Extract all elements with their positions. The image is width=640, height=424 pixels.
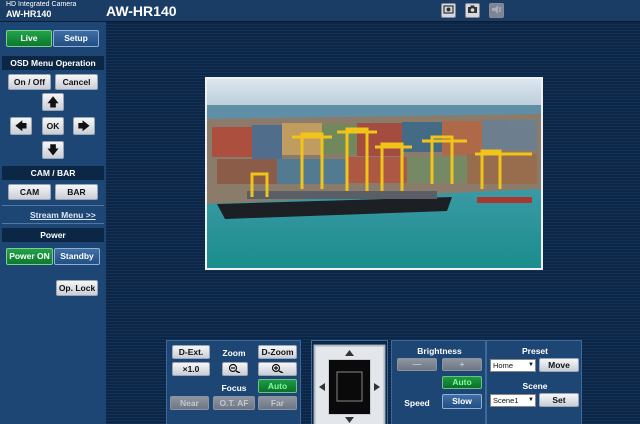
preset-title: Preset (522, 346, 548, 356)
camera-icon[interactable] (465, 3, 480, 18)
osd-onoff-button[interactable]: On / Off (8, 74, 51, 90)
sidebar: Live Setup OSD Menu Operation On / Off C… (0, 22, 106, 424)
divider (2, 223, 104, 224)
zoom-focus-panel: D-Ext. Zoom D-Zoom ×1.0 Focus Auto Near … (166, 340, 301, 424)
osd-menu-title: OSD Menu Operation (2, 56, 104, 70)
camera-preview[interactable] (205, 77, 543, 270)
brand-model: AW-HR140 (6, 9, 52, 19)
top-bar: HD Integrated Camera AW-HR140 AW-HR140 (0, 0, 640, 22)
cam-button[interactable]: CAM (8, 184, 51, 200)
power-on-button[interactable]: Power ON (6, 248, 53, 265)
preset-move-button[interactable]: Move (539, 358, 579, 372)
chevron-down-icon: ▼ (528, 397, 534, 403)
speed-title: Speed (404, 398, 430, 408)
brand: HD Integrated Camera AW-HR140 (6, 1, 76, 19)
divider (2, 205, 104, 206)
speed-button[interactable]: Slow (442, 394, 482, 409)
arrow-right-button[interactable]: 🡆 (73, 117, 95, 135)
ptz-panel (311, 340, 388, 424)
standby-button[interactable]: Standby (54, 248, 100, 265)
focus-auto-button[interactable]: Auto (258, 379, 297, 393)
zoom-in-icon (271, 363, 285, 375)
arrow-down-button[interactable]: 🡇 (42, 141, 64, 159)
power-title: Power (2, 228, 104, 242)
scene-select[interactable]: Scene1 ▼ (490, 394, 536, 407)
brightness-plus-button[interactable]: + (442, 358, 482, 371)
brightness-panel: Brightness — + Auto Speed Slow (391, 340, 486, 424)
port-scene-image (207, 79, 541, 268)
zoom-out-button[interactable] (222, 362, 248, 376)
brand-subtitle: HD Integrated Camera (6, 1, 77, 8)
brightness-minus-button[interactable]: — (397, 358, 437, 371)
scene-title: Scene (522, 381, 548, 391)
arrow-right-icon: 🡆 (77, 119, 91, 133)
preset-select-value: Home (493, 361, 514, 370)
focus-title: Focus (221, 383, 247, 393)
mute-icon[interactable] (489, 3, 504, 18)
preset-select[interactable]: Home ▼ (490, 359, 536, 372)
arrow-up-icon: 🡅 (46, 95, 60, 109)
stream-menu-link[interactable]: Stream Menu >> (30, 210, 96, 220)
arrow-left-button[interactable]: 🡄 (10, 117, 32, 135)
scene-set-button[interactable]: Set (539, 393, 579, 407)
zoom-out-icon (228, 363, 242, 375)
bar-button[interactable]: BAR (55, 184, 98, 200)
zoom-value: ×1.0 (172, 362, 210, 376)
arrow-left-icon: 🡄 (14, 119, 28, 133)
focus-far-button[interactable]: Far (258, 396, 297, 410)
d-zoom-button[interactable]: D-Zoom (258, 345, 297, 359)
ot-af-button[interactable]: O.T. AF (213, 396, 255, 410)
osd-cancel-button[interactable]: Cancel (55, 74, 98, 90)
tab-live[interactable]: Live (6, 30, 52, 47)
zoom-in-button[interactable] (258, 362, 297, 376)
main-area: D-Ext. Zoom D-Zoom ×1.0 Focus Auto Near … (106, 22, 640, 424)
focus-near-button[interactable]: Near (170, 396, 209, 410)
cam-bar-title: CAM / BAR (2, 166, 104, 180)
pan-tilt-pad[interactable] (312, 341, 387, 424)
scene-select-value: Scene1 (493, 396, 519, 405)
arrow-up-button[interactable]: 🡅 (42, 93, 64, 111)
osd-ok-button[interactable]: OK (42, 117, 64, 135)
arrow-down-icon: 🡇 (46, 143, 60, 157)
zoom-title: Zoom (222, 348, 246, 358)
chevron-down-icon: ▼ (528, 362, 534, 368)
brightness-title: Brightness (417, 346, 462, 356)
preset-scene-panel: Preset Home ▼ Move Scene Scene1 ▼ Set (486, 340, 582, 424)
tab-setup[interactable]: Setup (53, 30, 99, 47)
snapshot-icon[interactable] (441, 3, 456, 18)
page-title: AW-HR140 (106, 3, 177, 19)
brightness-auto-button[interactable]: Auto (442, 376, 482, 389)
d-ext-button[interactable]: D-Ext. (172, 345, 210, 359)
op-lock-button[interactable]: Op. Lock (56, 280, 98, 296)
